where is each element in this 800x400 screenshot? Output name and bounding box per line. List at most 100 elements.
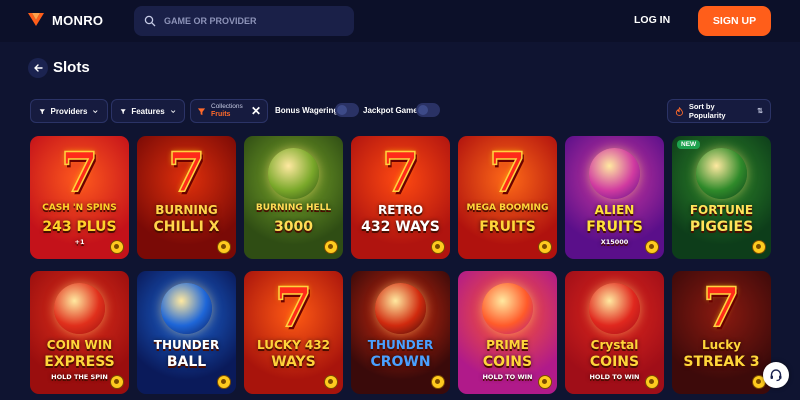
funnel-icon <box>197 107 206 115</box>
game-tile[interactable]: 7 CASH 'N SPINS 243 PLUS +1 <box>30 136 129 259</box>
jackpot-games-label: Jackpot Games <box>363 106 423 115</box>
seven-symbol-icon: 7 <box>488 139 527 205</box>
sort-label: Sort by Popularity <box>688 102 726 120</box>
game-title-line2: 432 WAYS <box>361 219 440 235</box>
provider-coin-icon <box>645 375 659 389</box>
game-tile[interactable]: BURNING HELL 3000 <box>244 136 343 259</box>
collections-value: Fruits <box>211 111 231 118</box>
sort-dropdown[interactable]: Sort by Popularity ⇅ <box>667 99 771 123</box>
close-icon[interactable]: ✕ <box>251 104 261 118</box>
collections-filter[interactable]: Collections Fruits ✕ <box>190 99 268 123</box>
search-box[interactable] <box>134 6 354 36</box>
game-title-line2: 3000 <box>274 219 313 235</box>
provider-coin-icon <box>217 240 231 254</box>
funnel-icon <box>39 108 45 114</box>
game-art-icon <box>589 283 640 334</box>
game-title-line2: COINS <box>589 354 640 370</box>
support-button[interactable] <box>763 362 789 388</box>
game-tile[interactable]: PRIME COINS HOLD TO WIN <box>458 271 557 394</box>
game-title-line2: CROWN <box>370 354 431 370</box>
seven-symbol-icon: 7 <box>274 274 313 340</box>
game-title-line2: FRUITS <box>479 219 536 235</box>
game-tile[interactable]: 7 LUCKY 432 WAYS <box>244 271 343 394</box>
game-title-line1: BURNING HELL <box>255 203 332 213</box>
game-title-line1: RETRO <box>377 203 424 217</box>
game-tile[interactable]: THUNDER CROWN <box>351 271 450 394</box>
game-art-icon <box>696 148 747 199</box>
features-filter[interactable]: Features <box>111 99 185 123</box>
game-art-icon <box>268 148 319 199</box>
game-title-line2: FRUITS <box>586 219 643 235</box>
signup-button[interactable]: SIGN UP <box>698 6 771 36</box>
game-title-line1: LUCKY 432 <box>257 338 330 352</box>
sort-arrows-icon: ⇅ <box>757 108 763 115</box>
game-art-icon <box>54 283 105 334</box>
new-badge: NEW <box>677 140 701 149</box>
game-title-line1: THUNDER <box>367 338 434 352</box>
back-button[interactable] <box>28 58 48 78</box>
game-art-icon <box>589 148 640 199</box>
game-title-line1: PRIME <box>486 338 529 352</box>
game-title-line1: Lucky <box>701 338 742 352</box>
game-tile[interactable]: 7 BURNING CHILLI X <box>137 136 236 259</box>
game-title-line1: Crystal <box>590 338 639 352</box>
game-title-line2: 243 PLUS <box>42 219 117 235</box>
provider-coin-icon <box>110 240 124 254</box>
game-title-line2: PIGGIES <box>689 219 754 235</box>
game-tile[interactable]: 7 RETRO 432 WAYS <box>351 136 450 259</box>
game-title-line2: CHILLI X <box>153 219 220 235</box>
game-tile[interactable]: COIN WIN EXPRESS HOLD THE SPIN <box>30 271 129 394</box>
providers-filter[interactable]: Providers <box>30 99 108 123</box>
provider-coin-icon <box>324 240 338 254</box>
provider-coin-icon <box>324 375 338 389</box>
game-tile[interactable]: ALIEN FRUITS X15000 <box>565 136 664 259</box>
login-button[interactable]: LOG IN <box>634 14 670 26</box>
seven-symbol-icon: 7 <box>381 139 420 205</box>
game-tile[interactable]: 7 MEGA BOOMING FRUITS <box>458 136 557 259</box>
seven-symbol-icon: 7 <box>60 139 99 205</box>
seven-symbol-icon: 7 <box>702 274 741 340</box>
game-title-line1: THUNDER <box>153 338 220 352</box>
game-tile[interactable]: Crystal COINS HOLD TO WIN <box>565 271 664 394</box>
monro-logo-icon <box>28 13 44 26</box>
bonus-wagering-toggle[interactable] <box>335 103 359 117</box>
game-title-line1: COIN WIN <box>46 338 113 352</box>
jackpot-games-toggle[interactable] <box>416 103 440 117</box>
provider-coin-icon <box>431 375 445 389</box>
features-label: Features <box>131 106 165 116</box>
game-tile[interactable]: 7 Lucky STREAK 3 <box>672 271 771 394</box>
page-title: Slots <box>53 59 90 76</box>
game-title-line2: STREAK 3 <box>683 354 760 370</box>
provider-coin-icon <box>217 375 231 389</box>
game-tile[interactable]: NEW FORTUNE PIGGIES <box>672 136 771 259</box>
chevron-down-icon <box>93 109 98 113</box>
game-art-icon <box>375 283 426 334</box>
provider-coin-icon <box>645 240 659 254</box>
brand-name: MONRO <box>52 12 104 28</box>
search-icon <box>144 15 156 27</box>
brand-logo[interactable]: MONRO <box>26 10 103 30</box>
top-header: MONRO LOG IN SIGN UP <box>0 0 800 42</box>
provider-coin-icon <box>752 240 766 254</box>
game-title-line1: CASH 'N SPINS <box>42 203 117 213</box>
arrow-left-icon <box>34 64 43 72</box>
provider-coin-icon <box>538 375 552 389</box>
game-title-line2: COINS <box>482 354 533 370</box>
chevron-down-icon <box>170 109 176 113</box>
game-title-line1: MEGA BOOMING <box>466 203 549 213</box>
collections-label: Collections <box>211 103 243 110</box>
game-title-line2: WAYS <box>271 354 316 370</box>
search-input[interactable] <box>164 16 344 26</box>
game-tile[interactable]: THUNDER BALL <box>137 271 236 394</box>
providers-label: Providers <box>50 106 88 116</box>
game-title-line1: ALIEN <box>594 203 635 217</box>
game-title-line2: EXPRESS <box>44 354 115 370</box>
game-title-line2: BALL <box>166 354 207 370</box>
provider-coin-icon <box>431 240 445 254</box>
game-art-icon <box>161 283 212 334</box>
game-art-icon <box>482 283 533 334</box>
provider-coin-icon <box>110 375 124 389</box>
flame-icon <box>675 106 683 116</box>
headset-icon <box>770 369 782 382</box>
funnel-icon <box>120 108 126 114</box>
